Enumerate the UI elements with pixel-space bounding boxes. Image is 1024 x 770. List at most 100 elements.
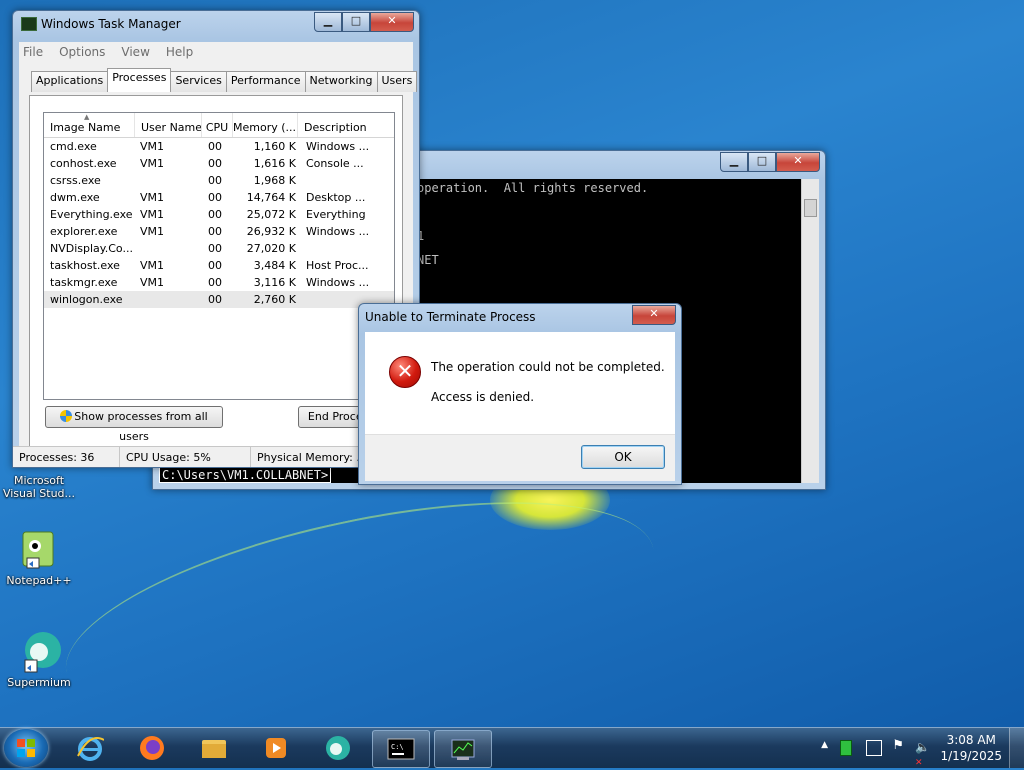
cell-memory: 1,616 K	[253, 157, 296, 170]
sort-arrow-icon: ▲	[84, 113, 90, 121]
cell-description: Everything	[306, 208, 366, 221]
table-row[interactable]: dwm.exe VM1 00 14,764 K Desktop ...	[44, 189, 394, 206]
cell-memory: 14,764 K	[246, 191, 296, 204]
clock[interactable]: 3:08 AM 1/19/2025	[940, 732, 1002, 764]
taskmgr-titlebar[interactable]: Windows Task Manager ▁ □ ✕	[13, 11, 419, 37]
ok-button[interactable]: OK	[581, 445, 665, 469]
cell-user-name: VM1	[140, 191, 165, 204]
supermium-icon	[17, 630, 61, 674]
show-desktop-button[interactable]	[1009, 728, 1024, 768]
cell-memory: 25,072 K	[246, 208, 296, 221]
menu-view[interactable]: View	[121, 42, 149, 62]
maximize-icon: □	[350, 14, 362, 27]
taskbar-media-player[interactable]	[248, 730, 304, 766]
column-header-cpu[interactable]: CPU	[202, 113, 233, 137]
table-row[interactable]: csrss.exe 00 1,968 K	[44, 172, 394, 189]
command-prompt-icon: C:\	[387, 738, 415, 760]
tab-services[interactable]: Services	[170, 71, 227, 92]
table-row[interactable]: taskmgr.exe VM1 00 3,116 K Windows ...	[44, 274, 394, 291]
cell-memory: 26,932 K	[246, 225, 296, 238]
cell-user-name: VM1	[140, 157, 165, 170]
cell-cpu: 00	[208, 157, 222, 170]
cell-image-name: Everything.exe	[50, 208, 133, 221]
close-button[interactable]: ✕	[776, 152, 820, 172]
status-memory: Physical Memory: ...	[257, 451, 367, 464]
cell-image-name: explorer.exe	[50, 225, 118, 238]
tab-processes[interactable]: Processes	[107, 68, 172, 92]
dialog-title: Unable to Terminate Process	[365, 310, 536, 324]
cell-memory: 27,020 K	[246, 242, 296, 255]
minimize-icon: ▁	[323, 14, 333, 27]
action-center-flag-icon[interactable]: ⚑	[892, 738, 904, 753]
table-row[interactable]: taskhost.exe VM1 00 3,484 K Host Proc...	[44, 257, 394, 274]
cell-image-name: NVDisplay.Co...	[50, 242, 133, 255]
cell-user-name	[134, 240, 200, 257]
table-row[interactable]: Everything.exe VM1 00 25,072 K Everything	[44, 206, 394, 223]
cell-memory: 1,160 K	[253, 140, 296, 153]
start-button[interactable]	[4, 729, 48, 767]
table-row[interactable]: conhost.exe VM1 00 1,616 K Console ...	[44, 155, 394, 172]
taskbar-file-explorer[interactable]	[186, 730, 242, 766]
console-scrollbar[interactable]	[801, 179, 819, 483]
maximize-button[interactable]: □	[342, 12, 370, 32]
show-all-processes-button[interactable]: Show processes from all users	[45, 406, 223, 443]
cell-user-name: VM1	[140, 276, 165, 289]
tab-applications[interactable]: Applications	[31, 71, 109, 92]
table-row[interactable]: NVDisplay.Co... 00 27,020 K	[44, 240, 394, 257]
close-icon: ✕	[387, 14, 397, 27]
show-hidden-icons-button[interactable]: ▲	[821, 740, 828, 750]
cell-image-name: dwm.exe	[50, 191, 100, 204]
cell-user-name	[134, 291, 200, 308]
taskmgr-body: Applications Processes Services Performa…	[19, 62, 418, 461]
dialog-titlebar[interactable]: Unable to Terminate Process ✕	[359, 304, 681, 330]
scrollbar-thumb[interactable]	[804, 199, 817, 217]
taskbar-supermium[interactable]	[310, 730, 366, 766]
supermium-icon	[326, 736, 350, 760]
list-header: Image Name ▲ User Name CPU Memory (... De…	[44, 113, 394, 138]
tab-networking[interactable]: Networking	[304, 71, 378, 92]
clock-date: 1/19/2025	[940, 749, 1002, 763]
menu-file[interactable]: File	[23, 42, 43, 62]
taskbar-cmd[interactable]: C:\	[372, 730, 430, 768]
desktop-icon-visual-studio[interactable]: Microsoft Visual Stud...	[2, 474, 76, 500]
desktop-icon-supermium[interactable]: Supermium	[2, 630, 76, 689]
dialog-caption-buttons: ✕	[632, 305, 676, 325]
window-title: Windows Task Manager	[41, 17, 181, 31]
cell-memory: 2,760 K	[253, 293, 296, 306]
column-header-image-name[interactable]: Image Name ▲	[44, 113, 135, 137]
cell-cpu: 00	[208, 225, 222, 238]
network-icon[interactable]	[866, 740, 882, 756]
menu-options[interactable]: Options	[59, 42, 105, 62]
close-icon: ✕	[649, 307, 659, 320]
close-button[interactable]: ✕	[370, 12, 414, 32]
column-header-user-name[interactable]: User Name	[135, 113, 202, 137]
close-button[interactable]: ✕	[632, 305, 676, 325]
taskbar-internet-explorer[interactable]	[62, 730, 118, 766]
tab-users[interactable]: Users	[376, 71, 418, 92]
error-dialog[interactable]: Unable to Terminate Process ✕ ✕ The oper…	[358, 303, 682, 485]
cell-image-name: cmd.exe	[50, 140, 97, 153]
status-cpu: CPU Usage: 5%	[120, 447, 251, 467]
desktop-icon-notepadpp[interactable]: Notepad++	[2, 528, 76, 587]
everything-tray-icon[interactable]	[840, 740, 852, 756]
menu-help[interactable]: Help	[166, 42, 193, 62]
table-row[interactable]: explorer.exe VM1 00 26,932 K Windows ...	[44, 223, 394, 240]
volume-muted-icon[interactable]: 🔈✕	[915, 740, 930, 768]
minimize-button[interactable]: ▁	[314, 12, 342, 32]
minimize-button[interactable]: ▁	[720, 152, 748, 172]
cell-description	[300, 240, 370, 257]
task-manager-icon	[451, 739, 475, 760]
table-row[interactable]: winlogon.exe 00 2,760 K	[44, 291, 394, 308]
process-list[interactable]: Image Name ▲ User Name CPU Memory (... De…	[43, 112, 395, 400]
column-header-memory[interactable]: Memory (...	[233, 113, 298, 137]
taskbar-task-manager[interactable]	[434, 730, 492, 768]
cell-user-name: VM1	[140, 140, 165, 153]
cell-user-name: VM1	[140, 259, 165, 272]
console-line: operation. All rights reserved.	[417, 181, 649, 195]
tab-performance[interactable]: Performance	[225, 71, 306, 92]
maximize-button[interactable]: □	[748, 152, 776, 172]
taskbar-firefox[interactable]	[124, 730, 180, 766]
column-header-description[interactable]: Description	[298, 113, 368, 137]
table-row[interactable]: cmd.exe VM1 00 1,160 K Windows ...	[44, 138, 394, 155]
tab-strip: Applications Processes Services Performa…	[31, 68, 418, 92]
